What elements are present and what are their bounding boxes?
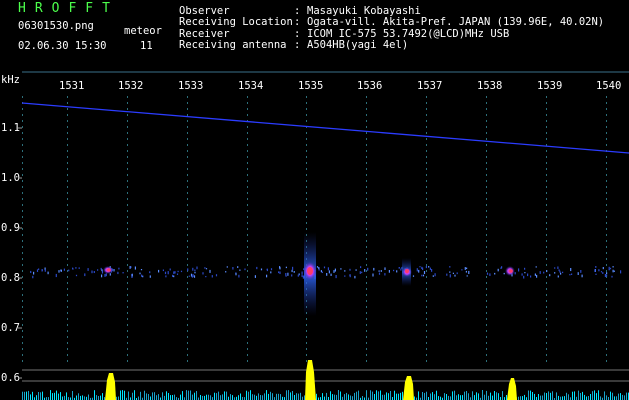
- level-bar: [105, 373, 116, 400]
- carrier-line: [21, 102, 629, 154]
- spectrogram-plot: [18, 71, 629, 400]
- meteor-echo: [303, 232, 317, 316]
- meteor-echo: [103, 266, 113, 274]
- level-bar: [305, 360, 316, 400]
- meteor-echo: [402, 258, 412, 286]
- level-bar: [403, 376, 414, 400]
- meteor-echo: [505, 266, 515, 276]
- noise-band: [30, 266, 622, 279]
